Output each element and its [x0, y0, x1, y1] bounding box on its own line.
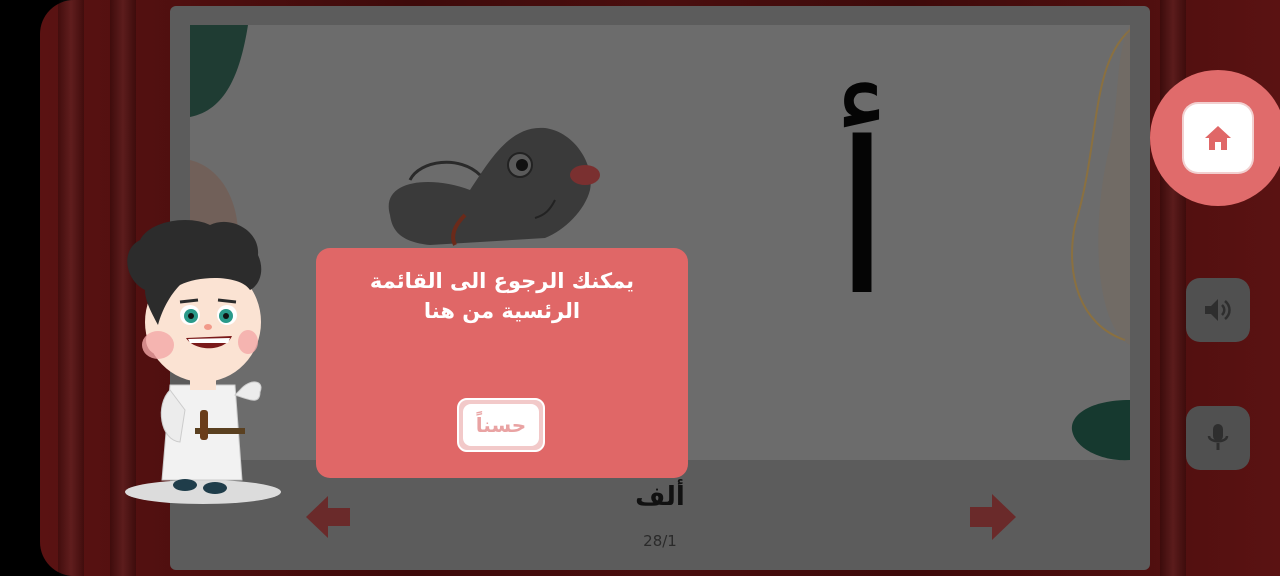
sound-button[interactable]	[1186, 278, 1250, 342]
microphone-button[interactable]	[1186, 406, 1250, 470]
ok-button[interactable]: حسناً	[457, 398, 545, 452]
decor-swirl-right	[1071, 25, 1130, 345]
letter-word: ألف	[635, 482, 685, 512]
character-illustration	[125, 220, 281, 504]
decor-blob-top-left	[190, 25, 248, 117]
arabic-letter: أ	[832, 97, 892, 342]
rabbit-illustration	[388, 127, 600, 246]
ok-button-label: حسناً	[463, 404, 539, 446]
speaker-icon	[1205, 299, 1231, 321]
curtain-fold	[58, 0, 84, 576]
decor-blob-bottom-right	[1071, 400, 1130, 461]
microphone-icon	[1207, 424, 1229, 450]
prev-arrow-icon[interactable]	[306, 496, 352, 538]
next-arrow-icon[interactable]	[970, 494, 1016, 540]
dialog-message: يمكنك الرجوع الى القائمة الرئسية من هنا	[369, 269, 635, 323]
home-button[interactable]	[1184, 104, 1252, 172]
tutorial-dialog: يمكنك الرجوع الى القائمة الرئسية من هنا …	[316, 248, 688, 478]
home-icon	[1205, 126, 1231, 150]
page-counter: 28/1	[643, 532, 677, 550]
